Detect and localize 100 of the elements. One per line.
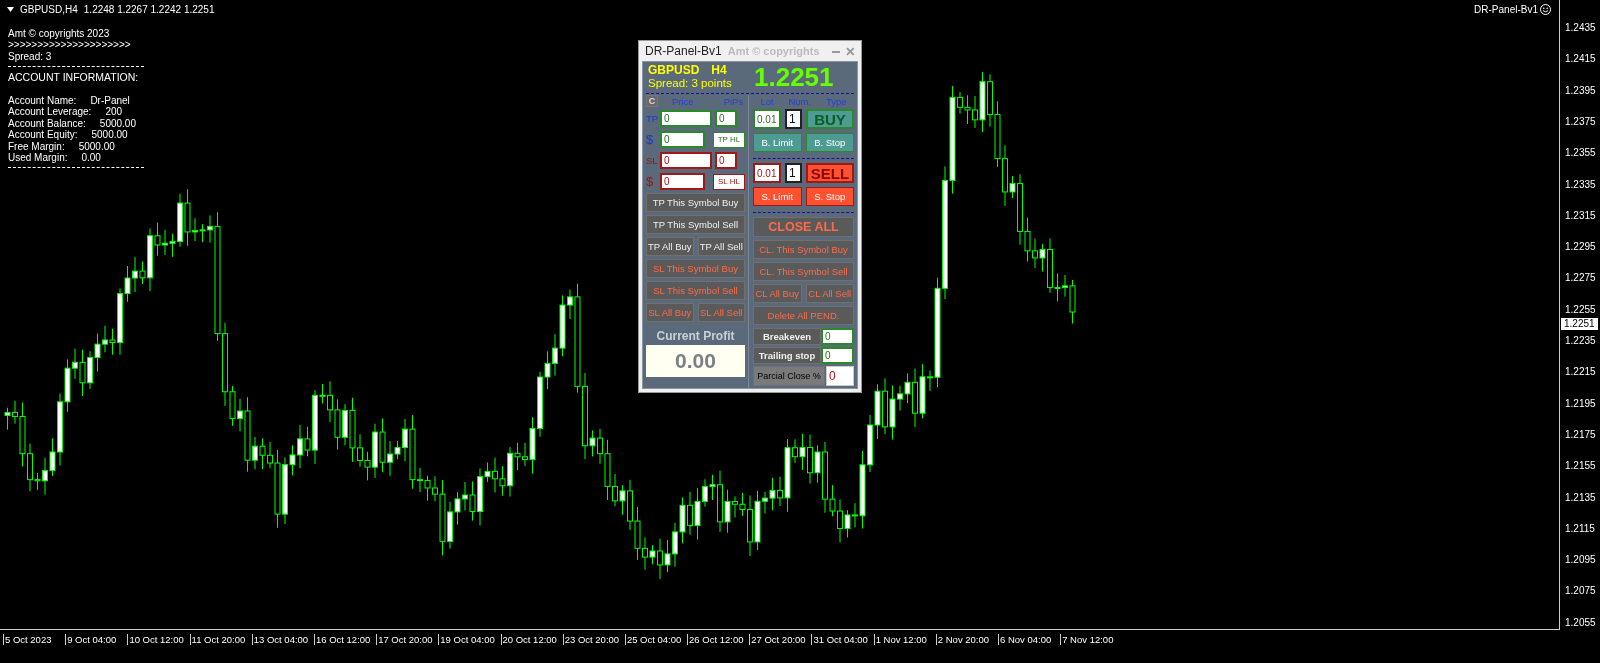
price-label: 1.2255	[1565, 303, 1596, 315]
price-field[interactable]: 0	[660, 110, 712, 127]
lot-field[interactable]: 0.01	[753, 163, 781, 183]
action-button[interactable]: TP This Symbol Sell	[646, 215, 745, 234]
account-label: Account Leverage:	[8, 106, 92, 118]
pips-field[interactable]: 0	[715, 152, 737, 169]
account-value: 5000.00	[78, 140, 115, 152]
dropdown-icon[interactable]	[7, 7, 14, 12]
level-label: TP	[646, 113, 657, 124]
price-label: 1.2095	[1565, 554, 1596, 566]
account-value: 0.00	[81, 151, 101, 163]
price-label: 1.2135	[1565, 491, 1596, 503]
price-label: 1.2415	[1565, 53, 1596, 65]
price-label: 1.2355	[1565, 147, 1596, 159]
account-label: Account Name:	[8, 94, 77, 106]
count-field[interactable]: 1	[785, 163, 802, 183]
time-label: 17 Oct 20:00	[376, 634, 439, 645]
price-label: 1.2375	[1565, 115, 1596, 127]
panel-timeframe: H4	[711, 63, 727, 77]
amount-field[interactable]: 0	[660, 173, 705, 190]
info-text: Spread: 3	[8, 50, 53, 63]
account-value: 5000.00	[99, 117, 136, 129]
level-label: $	[646, 174, 655, 189]
action-button[interactable]: TP All Sell	[697, 237, 745, 256]
account-value: 200	[105, 106, 123, 118]
price-label: 1.2275	[1565, 272, 1596, 284]
time-label: 25 Oct 04:00	[624, 634, 688, 645]
column-heading: PiPs	[723, 95, 744, 107]
panel-title: DR-Panel-Bv1	[645, 44, 722, 58]
price-label: 1.2215	[1565, 366, 1596, 378]
time-label: 9 Oct 04:00	[65, 634, 128, 645]
time-label: 1 Nov 12:00	[873, 634, 936, 645]
smiley-icon	[1540, 4, 1551, 15]
price-label: 1.2075	[1565, 585, 1596, 597]
high-low-button[interactable]: SL HL	[713, 173, 745, 190]
panel-spread: Spread: 3 points	[648, 77, 733, 90]
setting-button[interactable]: Breakeven	[753, 328, 821, 345]
info-text: >>>>>>>>>>>>>>>>>>>>>	[8, 39, 132, 51]
setting-field[interactable]: 0	[821, 347, 854, 364]
chart-ohlc: 1.2248 1.2267 1.2242 1.2251	[83, 4, 215, 15]
price-label: 1.2175	[1565, 428, 1596, 440]
price-label: 1.2295	[1565, 241, 1596, 253]
time-label: 13 Oct 04:00	[251, 634, 314, 645]
level-label: $	[646, 132, 655, 147]
account-value: Dr-Panel	[90, 94, 130, 106]
time-label: 11 Oct 20:00	[189, 634, 252, 645]
clear-button[interactable]: C	[646, 95, 658, 107]
account-label: Account Balance:	[8, 117, 86, 129]
lot-field[interactable]: 0.01	[753, 109, 781, 129]
price-label: 1.2195	[1565, 397, 1596, 409]
setting-field[interactable]: 0	[821, 328, 854, 345]
panel-price: 1.2251	[754, 61, 834, 93]
action-button[interactable]: TP All Buy	[646, 237, 694, 256]
time-label: 20 Oct 12:00	[500, 634, 563, 645]
price-field[interactable]: 0	[660, 152, 712, 169]
price-label: 1.2055	[1565, 616, 1596, 628]
time-label: 2 Nov 20:00	[935, 634, 998, 645]
pending-order-button[interactable]: S. Stop	[805, 187, 854, 206]
level-label: SL	[646, 155, 657, 166]
column-heading: Lot	[760, 95, 774, 107]
account-value: 5000.00	[91, 129, 128, 141]
setting-button[interactable]: Trailing stop	[753, 347, 821, 364]
close-icon[interactable]	[846, 46, 855, 56]
price-label: 1.2115	[1565, 522, 1595, 534]
amount-field[interactable]: 0	[660, 131, 705, 148]
time-label: 10 Oct 12:00	[127, 634, 190, 645]
info-heading: ACCOUNT INFORMATION:	[8, 72, 140, 84]
count-field[interactable]: 1	[785, 109, 802, 129]
price-label: 1.2435	[1565, 22, 1596, 33]
time-label: 6 Nov 04:00	[998, 634, 1061, 645]
price-label: 1.2395	[1565, 84, 1596, 96]
minimize-icon[interactable]	[831, 49, 841, 53]
time-label: 19 Oct 04:00	[438, 634, 501, 645]
info-text: Amt © copyrights 2023	[8, 28, 111, 40]
time-label: 16 Oct 12:00	[313, 634, 377, 645]
price-label: 1.2235	[1565, 335, 1596, 346]
chart-symbol: GBPUSD,H4	[20, 4, 78, 15]
profit-label: Current Profit	[655, 329, 736, 343]
time-label: 27 Oct 20:00	[749, 634, 812, 645]
pending-order-button[interactable]: B. Stop	[805, 133, 854, 152]
pending-order-button[interactable]: S. Limit	[753, 187, 802, 206]
price-label: 1.2155	[1565, 460, 1596, 472]
high-low-button[interactable]: TP HL	[713, 131, 745, 148]
price-label: 1.2315	[1565, 209, 1596, 221]
time-label: 31 Oct 04:00	[811, 634, 874, 645]
pips-field[interactable]: 0	[715, 110, 737, 127]
time-label: 5 Oct 2023	[3, 634, 66, 645]
action-button[interactable]: TP This Symbol Buy	[646, 193, 745, 212]
time-label: 26 Oct 12:00	[687, 634, 750, 645]
current-price-label: 1.2251	[1561, 318, 1598, 330]
setting-button[interactable]: Parcial Close %	[753, 366, 825, 386]
setting-field[interactable]: 0	[826, 366, 854, 386]
time-label: 7 Nov 12:00	[1060, 634, 1123, 645]
account-label: Account Equity:	[8, 129, 78, 141]
account-label: Used Margin:	[8, 151, 68, 163]
column-heading: Type	[825, 95, 847, 107]
account-label: Free Margin:	[8, 140, 65, 152]
column-heading: Price	[672, 95, 694, 107]
price-label: 1.2335	[1565, 178, 1596, 190]
pending-order-button[interactable]: B. Limit	[753, 133, 802, 152]
